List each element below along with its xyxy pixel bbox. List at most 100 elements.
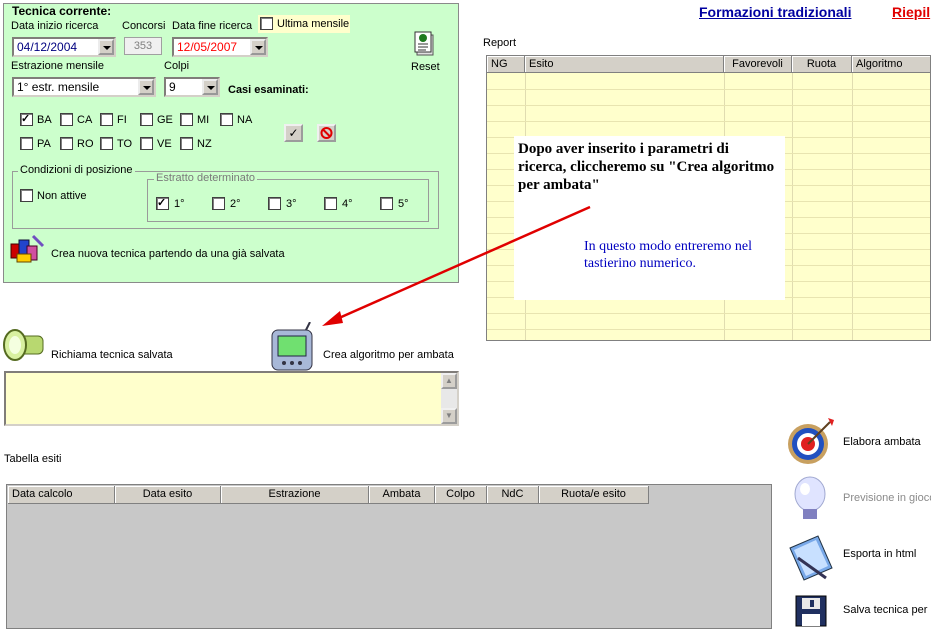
- ruota-fi-checkbox[interactable]: [100, 113, 113, 126]
- esporta-label[interactable]: Esporta in html: [843, 548, 916, 560]
- ruota-to-checkbox[interactable]: [100, 137, 113, 150]
- salva-icon[interactable]: [794, 594, 830, 629]
- casi-esaminati-label: Casi esaminati:: [228, 84, 309, 96]
- ruota-ca-checkbox[interactable]: [60, 113, 73, 126]
- condizioni-label: Condizioni di posizione: [18, 164, 135, 176]
- chevron-down-icon[interactable]: [202, 79, 218, 95]
- ultima-mensile-label: Ultima mensile: [277, 18, 350, 30]
- ruota-ge-checkbox[interactable]: [140, 113, 153, 126]
- ruota-fi-label: FI: [117, 114, 127, 126]
- scrollbar[interactable]: ▲ ▼: [441, 373, 457, 424]
- estratto-2-checkbox[interactable]: [212, 197, 225, 210]
- notes-textarea[interactable]: ▲ ▼: [4, 371, 459, 426]
- chevron-down-icon[interactable]: [138, 79, 154, 95]
- ruota-ve-checkbox[interactable]: [140, 137, 153, 150]
- data-inizio-label: Data inizio ricerca: [11, 20, 99, 32]
- report-col-favorevoli[interactable]: Favorevoli: [724, 56, 792, 73]
- ruota-nz-checkbox[interactable]: [180, 137, 193, 150]
- ruota-ca-label: CA: [77, 114, 93, 126]
- ruota-pa-checkbox[interactable]: [20, 137, 33, 150]
- tabella-col-estrazione[interactable]: Estrazione: [221, 486, 369, 504]
- estratto-1-checkbox[interactable]: [156, 197, 169, 210]
- ruota-mi-checkbox[interactable]: [180, 113, 193, 126]
- ruota-na-checkbox[interactable]: [220, 113, 233, 126]
- ruota-ba-checkbox[interactable]: [20, 113, 33, 126]
- clear-all-icon[interactable]: [317, 124, 336, 142]
- concorsi-label: Concorsi: [122, 20, 166, 32]
- data-inizio-value: 04/12/2004: [17, 40, 78, 54]
- tabella-col-colpo[interactable]: Colpo: [435, 486, 487, 504]
- previsione-label[interactable]: Previsione in gioco: [843, 492, 931, 504]
- estrazione-combo[interactable]: 1° estr. mensile: [12, 77, 156, 97]
- tabella-col-data-esito[interactable]: Data esito: [115, 486, 221, 504]
- ruota-to-label: TO: [117, 138, 133, 150]
- report-col-esito[interactable]: Esito: [525, 56, 724, 73]
- esporta-icon[interactable]: [786, 532, 836, 584]
- report-col-ruota[interactable]: Ruota: [792, 56, 852, 73]
- concorsi-field: 353: [124, 37, 162, 55]
- salva-label[interactable]: Salva tecnica per: [843, 604, 927, 616]
- ultima-mensile-checkbox[interactable]: [260, 17, 273, 30]
- grid-hline: [487, 121, 930, 122]
- scroll-down-icon[interactable]: ▼: [441, 408, 457, 424]
- scroll-up-icon[interactable]: ▲: [441, 373, 457, 389]
- ruota-ba-label: BA: [37, 114, 52, 126]
- richiama-icon[interactable]: [3, 326, 49, 366]
- data-fine-combo[interactable]: 12/05/2007: [172, 37, 268, 57]
- estratto-3-label: 3°: [286, 198, 297, 210]
- ruota-mi-label: MI: [197, 114, 210, 126]
- elabora-ambata-icon[interactable]: [786, 416, 836, 466]
- colpi-value: 9: [169, 80, 176, 94]
- formazioni-tradizionali-link[interactable]: Formazioni tradizionali: [699, 4, 851, 20]
- reset-icon[interactable]: [414, 29, 436, 57]
- crea-nuova-icon[interactable]: [9, 234, 45, 264]
- check-all-icon[interactable]: ✓: [284, 124, 303, 142]
- ruota-ro-label: RO: [77, 138, 94, 150]
- estrazione-value: 1° estr. mensile: [17, 80, 100, 94]
- ruota-pa-label: PA: [37, 138, 51, 150]
- report-col-algoritmo[interactable]: Algoritmo: [852, 56, 930, 73]
- ruota-ge-label: GE: [157, 114, 173, 126]
- tabella-col-ambata[interactable]: Ambata: [369, 486, 435, 504]
- ruota-ro-checkbox[interactable]: [60, 137, 73, 150]
- grid-hline: [487, 89, 930, 90]
- data-inizio-combo[interactable]: 04/12/2004: [12, 37, 116, 57]
- non-attive-checkbox[interactable]: [20, 189, 33, 202]
- non-attive-label: Non attive: [37, 190, 87, 202]
- callout-text: Dopo aver inserito i parametri di ricerc…: [518, 141, 775, 193]
- report-col-ng[interactable]: NG: [487, 56, 525, 73]
- estratto-label: Estratto determinato: [154, 172, 258, 184]
- ruota-nz-label: NZ: [197, 138, 212, 150]
- crea-algoritmo-label[interactable]: Crea algoritmo per ambata: [323, 349, 454, 361]
- grid-vline: [792, 73, 793, 340]
- previsione-icon[interactable]: [790, 474, 830, 524]
- riepilogo-link[interactable]: Riepil: [892, 4, 930, 20]
- elabora-ambata-label[interactable]: Elabora ambata: [843, 436, 921, 448]
- ruota-ve-label: VE: [157, 138, 172, 150]
- callout-subtext: In questo modo entreremo nel tastierino …: [584, 239, 752, 271]
- estratto-3-checkbox[interactable]: [268, 197, 281, 210]
- tabella-esiti-grid[interactable]: Data calcolo Data esito Estrazione Ambat…: [6, 484, 772, 629]
- crea-algoritmo-icon[interactable]: [270, 321, 316, 372]
- data-fine-label: Data fine ricerca: [172, 20, 253, 32]
- chevron-down-icon[interactable]: [250, 39, 266, 55]
- estrazione-label: Estrazione mensile: [11, 60, 104, 72]
- tabella-esiti-label: Tabella esiti: [4, 453, 62, 465]
- tabella-col-data-calcolo[interactable]: Data calcolo: [8, 486, 115, 504]
- crea-nuova-label[interactable]: Crea nuova tecnica partendo da una già s…: [51, 248, 285, 260]
- tabella-col-ruota-esito[interactable]: Ruota/e esito: [539, 486, 649, 504]
- data-fine-value: 12/05/2007: [177, 40, 238, 54]
- tabella-col-ndc[interactable]: NdC: [487, 486, 539, 504]
- grid-hline: [487, 105, 930, 106]
- estratto-1-label: 1°: [174, 198, 185, 210]
- estratto-2-label: 2°: [230, 198, 241, 210]
- colpi-label: Colpi: [164, 60, 190, 72]
- grid-vline: [852, 73, 853, 340]
- chevron-down-icon[interactable]: [98, 39, 114, 55]
- colpi-combo[interactable]: 9: [164, 77, 220, 97]
- ruota-na-label: NA: [237, 114, 253, 126]
- reset-label[interactable]: Reset: [411, 61, 440, 73]
- arrow-icon: [322, 205, 591, 326]
- richiama-label[interactable]: Richiama tecnica salvata: [51, 349, 173, 361]
- report-label: Report: [483, 37, 517, 49]
